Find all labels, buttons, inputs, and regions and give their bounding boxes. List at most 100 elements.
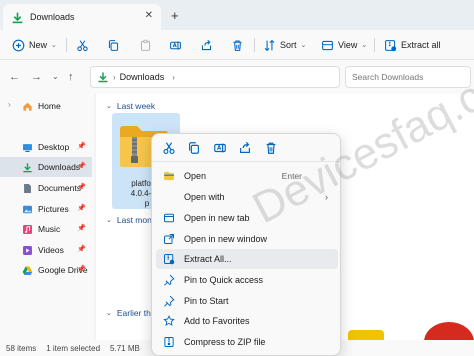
videos-icon: [23, 245, 32, 255]
group-header-last-month[interactable]: ⌄ Last mont: [106, 215, 154, 225]
recent-chevron-icon[interactable]: ⌄: [52, 72, 59, 81]
menu-item-label: Open with: [184, 192, 225, 202]
share-icon[interactable]: [238, 141, 252, 155]
sort-label: Sort: [280, 40, 297, 50]
expand-chevron-icon[interactable]: ›: [8, 100, 11, 109]
breadcrumb-chevron-icon: ›: [113, 72, 116, 82]
trash-icon[interactable]: [264, 141, 278, 155]
forward-arrow-icon[interactable]: →: [31, 71, 42, 83]
pin-icon: 📌: [77, 143, 86, 150]
menu-item-open-with[interactable]: Open with ›: [156, 187, 338, 207]
menu-item-label: Pin to Start: [184, 296, 229, 306]
chevron-down-icon: ⌄: [300, 42, 307, 49]
divider: [66, 38, 67, 52]
download-icon: [12, 12, 23, 23]
sidebar-item-home[interactable]: › Home: [0, 96, 92, 116]
address-bar[interactable]: › Downloads ›: [90, 66, 340, 88]
breadcrumb-downloads[interactable]: Downloads: [120, 72, 165, 82]
view-button[interactable]: View ⌄: [321, 37, 367, 53]
sidebar-item-google-drive[interactable]: Google Drive 📌: [0, 260, 92, 280]
group-label: Last mont: [116, 215, 155, 225]
menu-item-label: Open in new window: [184, 234, 268, 244]
new-window-icon: [164, 234, 174, 244]
pin-icon: [164, 274, 175, 286]
tab-downloads[interactable]: Downloads ✕: [3, 4, 161, 30]
new-label: New: [29, 40, 48, 50]
copy-button[interactable]: [107, 37, 120, 53]
divider: [374, 38, 375, 52]
copy-icon: [108, 39, 119, 51]
context-menu: Open Enter Open with › Open in new tab O…: [151, 133, 341, 356]
group-header-last-week[interactable]: ⌄ Last week: [106, 101, 155, 111]
sidebar-item-videos[interactable]: Videos 📌: [0, 240, 92, 260]
navigation-pane: › Home Desktop 📌 Downloads 📌 Documents 📌…: [0, 94, 94, 340]
new-tab-icon: [164, 213, 174, 223]
menu-item-open[interactable]: Open Enter: [156, 166, 338, 186]
paste-button[interactable]: [139, 37, 152, 53]
blank-icon: [163, 191, 175, 203]
delete-button[interactable]: [231, 37, 244, 53]
up-arrow-icon[interactable]: ↑: [68, 71, 74, 83]
pin-icon: 📌: [77, 163, 86, 170]
star-icon: [163, 315, 175, 326]
cut-button[interactable]: [76, 37, 89, 53]
menu-item-add-to-favorites[interactable]: Add to Favorites: [156, 311, 338, 331]
zip-icon: [164, 337, 174, 347]
sidebar-item-label: Documents: [38, 183, 81, 193]
breadcrumb-chevron-icon[interactable]: ›: [172, 73, 175, 82]
menu-item-open-in-new-tab[interactable]: Open in new tab: [156, 208, 338, 228]
rename-icon[interactable]: [213, 141, 227, 155]
menu-item-pin-quick-access[interactable]: Pin to Quick access: [156, 270, 338, 290]
menu-item-label: Open in new tab: [184, 213, 250, 223]
download-icon: [23, 162, 32, 172]
collapse-chevron-icon[interactable]: ⌄: [106, 216, 112, 224]
sidebar-item-label: Desktop: [38, 142, 70, 152]
google-drive-icon: [22, 265, 33, 275]
group-header-earlier[interactable]: ⌄ Earlier th: [106, 308, 151, 318]
clipboard-icon: [140, 39, 151, 51]
pin-icon: 📌: [77, 266, 86, 273]
sidebar-item-music[interactable]: Music 📌: [0, 219, 92, 239]
pin-icon: 📌: [77, 246, 86, 253]
share-icon: [201, 39, 212, 50]
scissors-icon[interactable]: [162, 141, 176, 155]
collapse-chevron-icon[interactable]: ⌄: [106, 309, 112, 317]
sidebar-item-documents[interactable]: Documents 📌: [0, 178, 92, 198]
menu-item-pin-to-start[interactable]: Pin to Start: [156, 291, 338, 311]
sidebar-item-label: Music: [38, 224, 61, 234]
new-button[interactable]: New ⌄: [12, 37, 57, 53]
pin-icon: 📌: [77, 184, 86, 191]
submenu-chevron-icon: ›: [325, 192, 328, 202]
sidebar-item-desktop[interactable]: Desktop 📌: [0, 137, 92, 157]
collapse-chevron-icon[interactable]: ⌄: [106, 102, 112, 110]
menu-item-label: Open: [184, 171, 207, 181]
menu-item-compress-zip[interactable]: Compress to ZIP file: [156, 332, 338, 352]
share-button[interactable]: [200, 37, 213, 53]
menu-item-label: Extract All...: [184, 254, 232, 264]
menu-item-open-in-new-window[interactable]: Open in new window: [156, 229, 338, 249]
back-arrow-icon[interactable]: ←: [9, 71, 20, 83]
home-icon: [23, 102, 32, 111]
music-icon: [23, 224, 32, 234]
close-tab-icon[interactable]: ✕: [145, 10, 153, 21]
pin-icon: [164, 295, 175, 307]
rename-button[interactable]: [169, 37, 182, 53]
menu-item-extract-all[interactable]: Extract All...: [156, 249, 338, 269]
shortcut-label: Enter: [281, 171, 302, 181]
sidebar-item-label: Home: [38, 101, 61, 111]
sidebar-item-downloads[interactable]: Downloads 📌: [0, 157, 92, 177]
sidebar-item-label: Downloads: [38, 162, 81, 172]
sort-button[interactable]: Sort ⌄: [263, 37, 306, 53]
search-placeholder: Search Downloads: [352, 72, 424, 82]
copy-icon[interactable]: [187, 141, 201, 155]
sidebar-item-label: Videos: [38, 245, 64, 255]
scissors-icon: [77, 39, 88, 51]
extract-all-button[interactable]: Extract all: [384, 37, 441, 53]
sidebar-item-pictures[interactable]: Pictures 📌: [0, 199, 92, 219]
search-input[interactable]: Search Downloads: [345, 66, 471, 88]
title-bar: Downloads ✕ +: [0, 0, 474, 30]
divider: [254, 38, 255, 52]
view-icon: [322, 40, 333, 50]
new-tab-button[interactable]: +: [171, 8, 179, 23]
download-icon: [98, 72, 108, 83]
